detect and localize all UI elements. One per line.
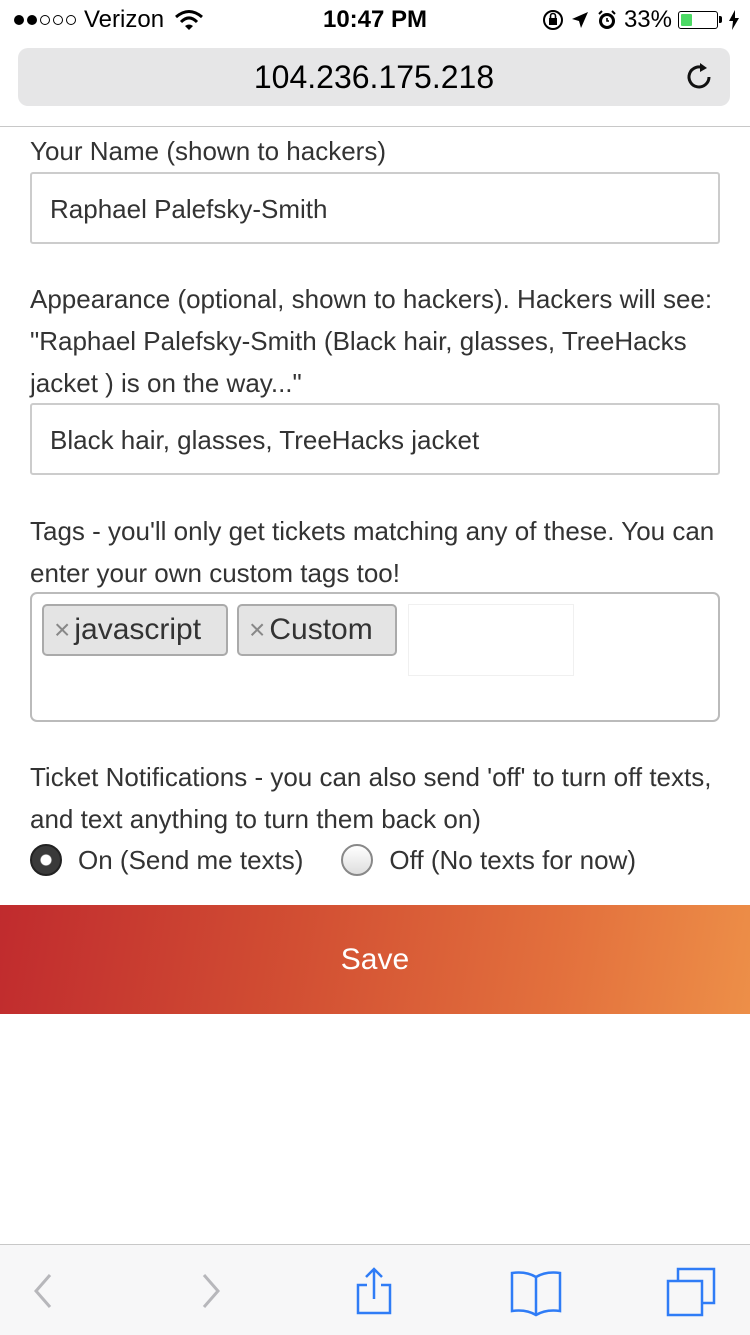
status-icons: 33% [542, 6, 740, 34]
notifications-label: Ticket Notifications - you can also send… [30, 762, 712, 834]
forward-arrow-icon[interactable] [182, 1265, 238, 1317]
tag-chip[interactable]: × javascript [42, 604, 228, 656]
reload-icon[interactable] [682, 60, 716, 94]
browser-toolbar [0, 1244, 750, 1335]
appearance-field[interactable]: Black hair, glasses, TreeHacks jacket [30, 403, 720, 475]
tag-text-entry[interactable] [408, 604, 574, 676]
alarm-icon [598, 10, 616, 29]
battery-icon [678, 11, 722, 29]
battery-percent: 33% [623, 6, 672, 33]
url-text[interactable]: 104.236.175.218 [18, 59, 730, 96]
appearance-field-value: Black hair, glasses, TreeHacks jacket [50, 425, 480, 455]
appearance-label: Appearance (optional, shown to hackers).… [30, 284, 713, 398]
status-bar: Verizon 10:47 PM 33% [0, 0, 750, 40]
radio-on[interactable] [30, 844, 62, 876]
name-label: Your Name (shown to hackers) [30, 136, 386, 166]
tag-chip[interactable]: × Custom [237, 604, 397, 656]
notifications-options: On (Send me texts) Off (No texts for now… [30, 838, 636, 882]
tag-label: Custom [269, 613, 373, 646]
radio-off-label[interactable]: Off (No texts for now) [389, 845, 636, 876]
save-button[interactable]: Save [0, 905, 750, 1014]
divider [0, 126, 750, 127]
radio-off[interactable] [341, 844, 374, 876]
location-icon [571, 12, 588, 28]
tags-input[interactable]: × javascript × Custom [30, 592, 720, 722]
remove-tag-icon[interactable]: × [249, 614, 265, 646]
bookmarks-icon[interactable] [508, 1265, 564, 1317]
tag-label: javascript [74, 613, 202, 646]
address-bar[interactable]: 104.236.175.218 [18, 48, 730, 106]
back-arrow-icon[interactable] [16, 1265, 72, 1317]
name-field[interactable]: Raphael Palefsky-Smith [30, 172, 720, 244]
tags-label: Tags - you'll only get tickets matching … [30, 516, 715, 588]
charging-icon [729, 10, 739, 30]
rotation-lock-icon [542, 10, 563, 30]
tabs-icon[interactable] [664, 1265, 720, 1317]
radio-on-label[interactable]: On (Send me texts) [78, 845, 303, 876]
share-icon[interactable] [346, 1265, 402, 1317]
remove-tag-icon[interactable]: × [54, 614, 70, 646]
name-field-value: Raphael Palefsky-Smith [50, 194, 328, 224]
